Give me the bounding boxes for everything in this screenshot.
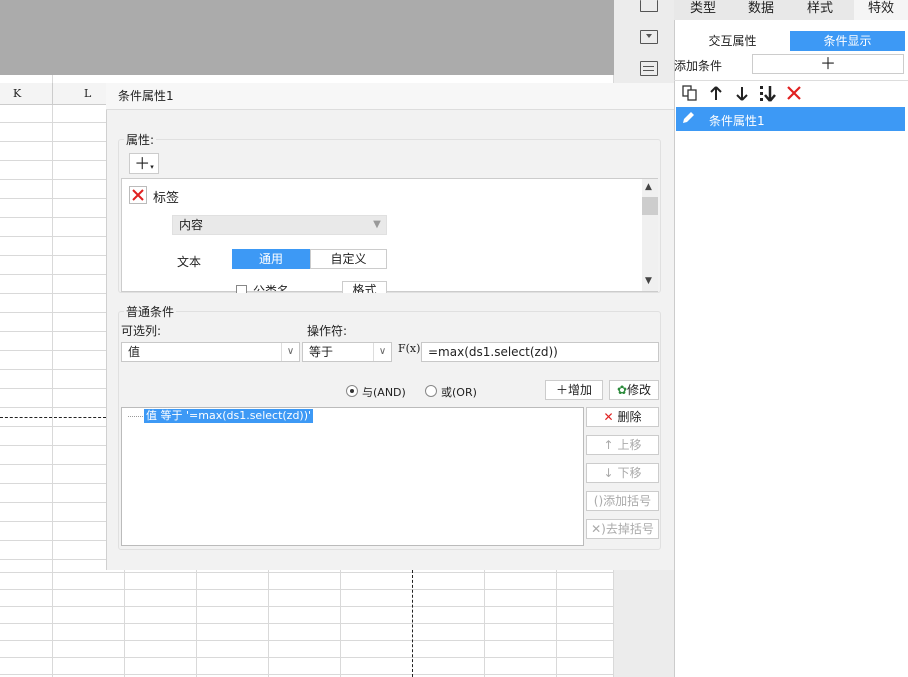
sort-down-icon[interactable] [759,84,777,102]
and-radio[interactable] [346,385,358,397]
arrow-up-icon[interactable] [707,84,725,102]
subtab-conditional-display[interactable]: 条件显示 [790,31,905,51]
and-radio-label: 与(AND) [362,386,406,399]
arrow-down-icon: ↓ [603,466,614,480]
arrow-up-icon: ↑ [603,438,614,452]
attribute-type-label: 标签 [153,191,180,206]
chevron-down-icon: ∨ [281,343,299,361]
column-l-header: L [84,87,92,100]
chevron-down-icon: ▼ [373,219,381,230]
tab-effects[interactable]: 特效 [854,0,908,20]
column-header: K L [0,83,106,105]
plus-icon: ＋ [555,383,568,397]
tab-type[interactable]: 类型 [674,0,732,20]
remove-bracket-icon: ✕) [591,522,606,536]
move-up-button[interactable]: ↑ 上移 [586,435,659,455]
add-attribute-button[interactable]: ＋▾ [129,153,159,174]
add-condition-label: 添加条件 [674,59,723,73]
delete-icon[interactable] [785,84,803,102]
column-label: 可选列: [121,324,162,338]
gear-edit-icon: ✿ [616,383,628,397]
layers-icon[interactable] [640,61,658,76]
attributes-legend: 属性: [124,131,157,148]
add-bracket-label: 添加括号 [603,494,652,508]
dialog-title: 条件属性1 [106,83,674,110]
or-radio[interactable] [425,385,437,397]
delete-condition-button[interactable]: ✕ 删除 [586,407,659,427]
operator-label: 操作符: [307,324,348,338]
modify-button[interactable]: ✿修改 [609,380,659,400]
panel-tabs: 类型 数据 样式 特效 [674,0,908,20]
delete-icon: ✕ [603,410,614,424]
copy-icon[interactable] [681,84,699,102]
divider [674,80,908,81]
or-radio-label: 或(OR) [441,386,477,399]
formula-input[interactable]: =max(ds1.select(zd)) [421,342,659,362]
add-button-label: 增加 [568,383,593,397]
custom-mode-button[interactable]: 自定义 [310,249,387,269]
add-condition-button[interactable]: ＋ [752,54,904,74]
condition-tree[interactable]: 值 等于 '=max(ds1.select(zd))' [121,407,584,546]
conditions-legend: 普通条件 [124,303,177,320]
delete-button-label: 删除 [617,410,642,424]
plus-icon: ＋ [819,54,836,73]
column-select-value: 值 [128,345,141,359]
subtab-interaction[interactable]: 交互属性 [675,31,790,51]
bracket-icon: () [593,494,604,508]
general-mode-button[interactable]: 通用 [232,249,310,269]
content-select[interactable]: 内容 ▼ [172,215,387,235]
text-label: 文本 [177,255,202,269]
edit-pencil-icon [680,110,696,129]
chevron-down-icon: ∨ [373,343,391,361]
modify-button-label: 修改 [627,383,652,397]
attribute-list-scrollbar[interactable]: ▲ ▼ [642,179,658,291]
operator-select-value: 等于 [309,345,334,359]
add-condition-item-button[interactable]: ＋增加 [545,380,603,400]
partial-checkbox[interactable] [236,285,247,293]
partial-checkbox-label: 公类名 [253,284,290,291]
add-bracket-button[interactable]: ()添加括号 [586,491,659,511]
content-select-value: 内容 [179,218,204,232]
sheet-toolbar-area [0,0,614,75]
condition-list-item[interactable]: 条件属性1 [676,107,905,131]
tab-data[interactable]: 数据 [732,0,790,20]
frame-icon[interactable] [640,0,658,12]
move-down-label: 下移 [617,466,642,480]
attribute-list: 标签 内容 ▼ 文本 通用 自定义 公类名 格式 ▲ ▼ [121,178,658,293]
tab-style[interactable]: 样式 [791,0,849,20]
formula-fx-button[interactable]: F(x) [398,342,420,355]
format-button[interactable]: 格式 [342,281,387,293]
remove-bracket-label: 去掉括号 [605,522,654,536]
remove-attribute-icon[interactable] [129,186,147,204]
condition-tree-item[interactable]: 值 等于 '=max(ds1.select(zd))' [144,409,314,423]
column-select[interactable]: 值 ∨ [121,342,300,362]
dropdown-box-icon[interactable] [640,30,658,44]
column-k-header: K [13,87,22,100]
arrow-down-icon[interactable] [733,84,751,102]
operator-select[interactable]: 等于 ∨ [302,342,392,362]
condition-list-item-label: 条件属性1 [709,114,765,128]
move-up-label: 上移 [617,438,642,452]
remove-bracket-button[interactable]: ✕)去掉括号 [586,519,659,539]
plus-dropdown-icon: ＋▾ [134,154,154,173]
move-down-button[interactable]: ↓ 下移 [586,463,659,483]
